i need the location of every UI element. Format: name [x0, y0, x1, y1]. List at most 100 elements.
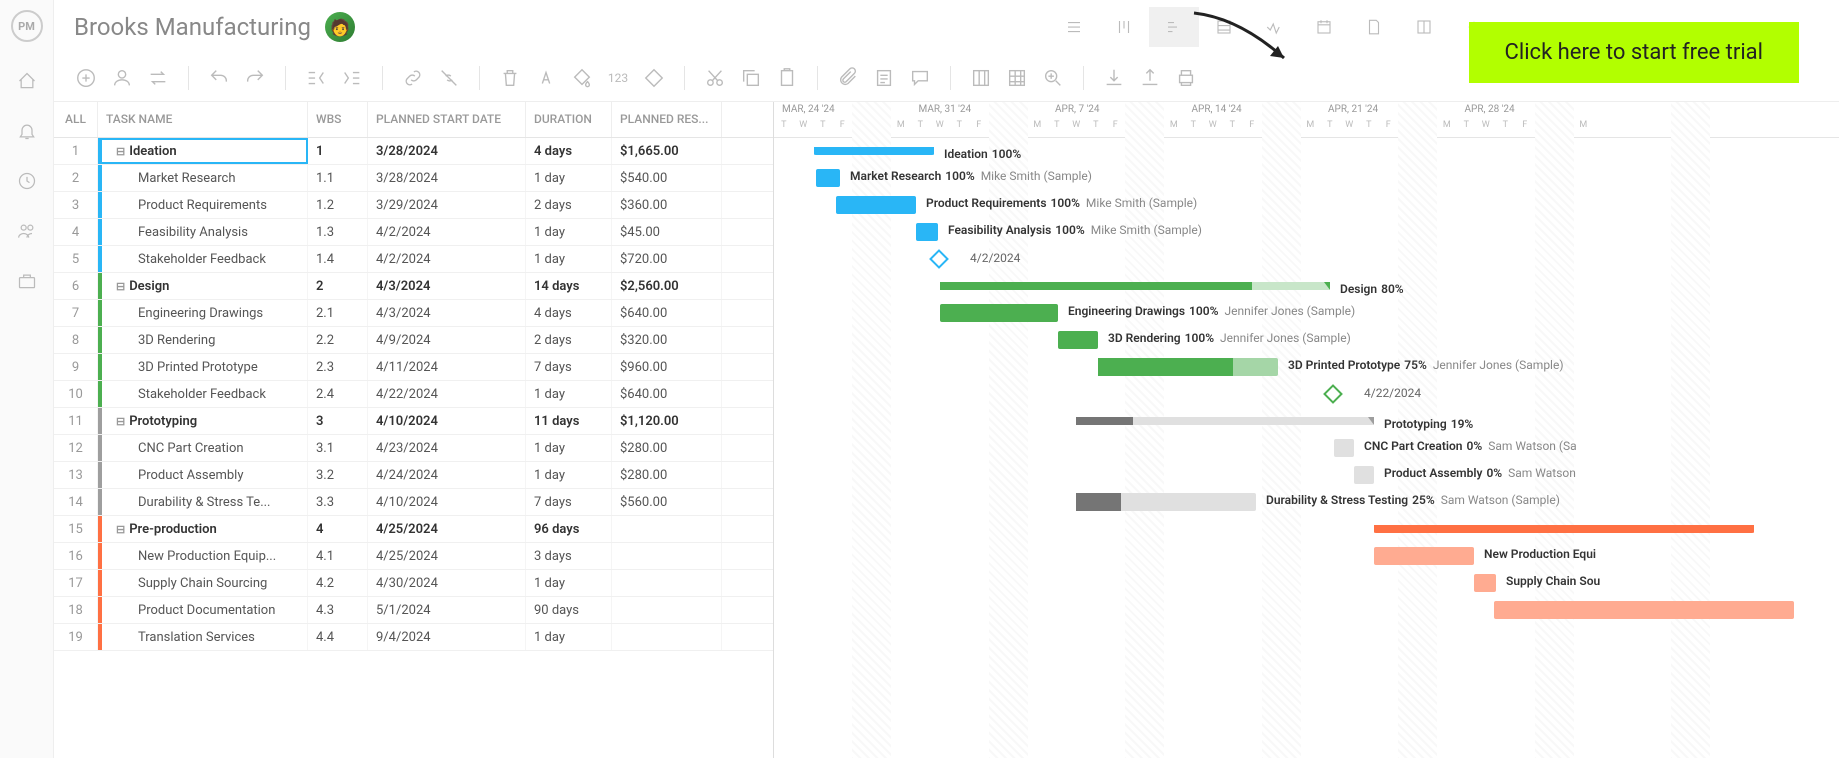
col-header-duration[interactable]: DURATION: [526, 102, 612, 137]
text-color-icon[interactable]: [532, 64, 560, 92]
resource-cell[interactable]: $45.00: [612, 219, 722, 245]
wbs-cell[interactable]: 2.1: [308, 300, 368, 326]
start-date-cell[interactable]: 4/10/2024: [368, 489, 526, 515]
app-logo-icon[interactable]: PM: [11, 10, 43, 42]
milestone-icon[interactable]: [1323, 384, 1343, 404]
assign-icon[interactable]: [108, 64, 136, 92]
table-row[interactable]: 5 Stakeholder Feedback 1.4 4/2/2024 1 da…: [54, 246, 773, 273]
duration-cell[interactable]: 7 days: [526, 354, 612, 380]
table-row[interactable]: 6 ⊟ Design 2 4/3/2024 14 days $2,560.00: [54, 273, 773, 300]
task-name-cell[interactable]: Engineering Drawings: [98, 300, 308, 326]
gantt-bar[interactable]: [1494, 601, 1794, 619]
duration-cell[interactable]: 14 days: [526, 273, 612, 299]
wbs-cell[interactable]: 3.2: [308, 462, 368, 488]
task-name-cell[interactable]: ⊟ Design: [98, 273, 308, 299]
start-date-cell[interactable]: 4/2/2024: [368, 219, 526, 245]
table-row[interactable]: 13 Product Assembly 3.2 4/24/2024 1 day …: [54, 462, 773, 489]
outdent-icon[interactable]: [302, 64, 330, 92]
gantt-bar[interactable]: Product Requirements100%Mike Smith (Samp…: [836, 196, 916, 214]
start-date-cell[interactable]: 4/11/2024: [368, 354, 526, 380]
col-header-all[interactable]: ALL: [54, 102, 98, 137]
col-header-task[interactable]: TASK NAME: [98, 102, 308, 137]
col-header-wbs[interactable]: WBS: [308, 102, 368, 137]
gantt-bar[interactable]: [1374, 525, 1754, 533]
duration-cell[interactable]: 1 day: [526, 246, 612, 272]
resource-cell[interactable]: $640.00: [612, 300, 722, 326]
task-name-cell[interactable]: Product Assembly: [98, 462, 308, 488]
table-row[interactable]: 1 ⊟ Ideation 1 3/28/2024 4 days $1,665.0…: [54, 138, 773, 165]
wbs-cell[interactable]: 1.4: [308, 246, 368, 272]
add-task-icon[interactable]: [72, 64, 100, 92]
gantt-bar[interactable]: Product Assembly0%Sam Watson: [1354, 466, 1374, 484]
resource-cell[interactable]: $320.00: [612, 327, 722, 353]
task-name-cell[interactable]: Product Requirements: [98, 192, 308, 218]
task-name-cell[interactable]: Stakeholder Feedback: [98, 381, 308, 407]
list-view-tab[interactable]: [1049, 7, 1099, 47]
resource-cell[interactable]: [612, 570, 722, 596]
paste-icon[interactable]: [773, 64, 801, 92]
table-row[interactable]: 17 Supply Chain Sourcing 4.2 4/30/2024 1…: [54, 570, 773, 597]
gantt-bar[interactable]: Supply Chain Sou: [1474, 574, 1496, 592]
resource-cell[interactable]: $720.00: [612, 246, 722, 272]
table-row[interactable]: 3 Product Requirements 1.2 3/29/2024 2 d…: [54, 192, 773, 219]
duration-cell[interactable]: 3 days: [526, 543, 612, 569]
wbs-cell[interactable]: 4.3: [308, 597, 368, 623]
resource-cell[interactable]: $960.00: [612, 354, 722, 380]
start-date-cell[interactable]: 9/4/2024: [368, 624, 526, 650]
wbs-cell[interactable]: 2.3: [308, 354, 368, 380]
task-name-cell[interactable]: Feasibility Analysis: [98, 219, 308, 245]
table-row[interactable]: 16 New Production Equip... 4.1 4/25/2024…: [54, 543, 773, 570]
start-date-cell[interactable]: 4/24/2024: [368, 462, 526, 488]
duration-cell[interactable]: 2 days: [526, 327, 612, 353]
duration-cell[interactable]: 7 days: [526, 489, 612, 515]
wbs-cell[interactable]: 4.1: [308, 543, 368, 569]
wbs-cell[interactable]: 4.4: [308, 624, 368, 650]
duration-cell[interactable]: 1 day: [526, 381, 612, 407]
duration-cell[interactable]: 1 day: [526, 219, 612, 245]
start-date-cell[interactable]: 4/25/2024: [368, 543, 526, 569]
user-avatar[interactable]: 🧑: [325, 12, 355, 42]
duration-cell[interactable]: 2 days: [526, 192, 612, 218]
table-row[interactable]: 2 Market Research 1.1 3/28/2024 1 day $5…: [54, 165, 773, 192]
duration-cell[interactable]: 11 days: [526, 408, 612, 434]
briefcase-icon[interactable]: [16, 270, 38, 292]
free-trial-cta-button[interactable]: Click here to start free trial: [1469, 22, 1799, 83]
start-date-cell[interactable]: 4/3/2024: [368, 273, 526, 299]
task-name-cell[interactable]: 3D Rendering: [98, 327, 308, 353]
gantt-bar[interactable]: CNC Part Creation0%Sam Watson (Sa: [1334, 439, 1354, 457]
start-date-cell[interactable]: 5/1/2024: [368, 597, 526, 623]
gantt-bar[interactable]: Market Research100%Mike Smith (Sample): [816, 169, 840, 187]
attachment-icon[interactable]: [834, 64, 862, 92]
clock-icon[interactable]: [16, 170, 38, 192]
task-name-cell[interactable]: ⊟ Prototyping: [98, 408, 308, 434]
start-date-cell[interactable]: 4/30/2024: [368, 570, 526, 596]
collapse-icon[interactable]: ⊟: [116, 145, 125, 158]
table-row[interactable]: 10 Stakeholder Feedback 2.4 4/22/2024 1 …: [54, 381, 773, 408]
duration-cell[interactable]: 1 day: [526, 165, 612, 191]
comment-icon[interactable]: [906, 64, 934, 92]
task-name-cell[interactable]: ⊟ Pre-production: [98, 516, 308, 542]
format-number-icon[interactable]: 123: [604, 64, 632, 92]
priority-icon[interactable]: [640, 64, 668, 92]
start-date-cell[interactable]: 4/10/2024: [368, 408, 526, 434]
gantt-bar[interactable]: Prototyping19%: [1076, 417, 1374, 425]
milestone-icon[interactable]: [929, 249, 949, 269]
resource-cell[interactable]: [612, 597, 722, 623]
wbs-cell[interactable]: 1: [308, 138, 368, 164]
collapse-icon[interactable]: ⊟: [116, 280, 125, 293]
resource-cell[interactable]: $540.00: [612, 165, 722, 191]
gantt-bar[interactable]: 3D Printed Prototype75%Jennifer Jones (S…: [1098, 358, 1278, 376]
start-date-cell[interactable]: 4/3/2024: [368, 300, 526, 326]
wbs-cell[interactable]: 1.3: [308, 219, 368, 245]
table-row[interactable]: 19 Translation Services 4.4 9/4/2024 1 d…: [54, 624, 773, 651]
calendar-view-tab[interactable]: [1299, 7, 1349, 47]
gantt-bar[interactable]: Ideation100%: [814, 147, 934, 155]
panel-view-tab[interactable]: [1399, 7, 1449, 47]
wbs-cell[interactable]: 2: [308, 273, 368, 299]
wbs-cell[interactable]: 4: [308, 516, 368, 542]
task-name-cell[interactable]: 3D Printed Prototype: [98, 354, 308, 380]
wbs-cell[interactable]: 4.2: [308, 570, 368, 596]
duration-cell[interactable]: 1 day: [526, 462, 612, 488]
grid-icon[interactable]: [1003, 64, 1031, 92]
wbs-cell[interactable]: 2.4: [308, 381, 368, 407]
